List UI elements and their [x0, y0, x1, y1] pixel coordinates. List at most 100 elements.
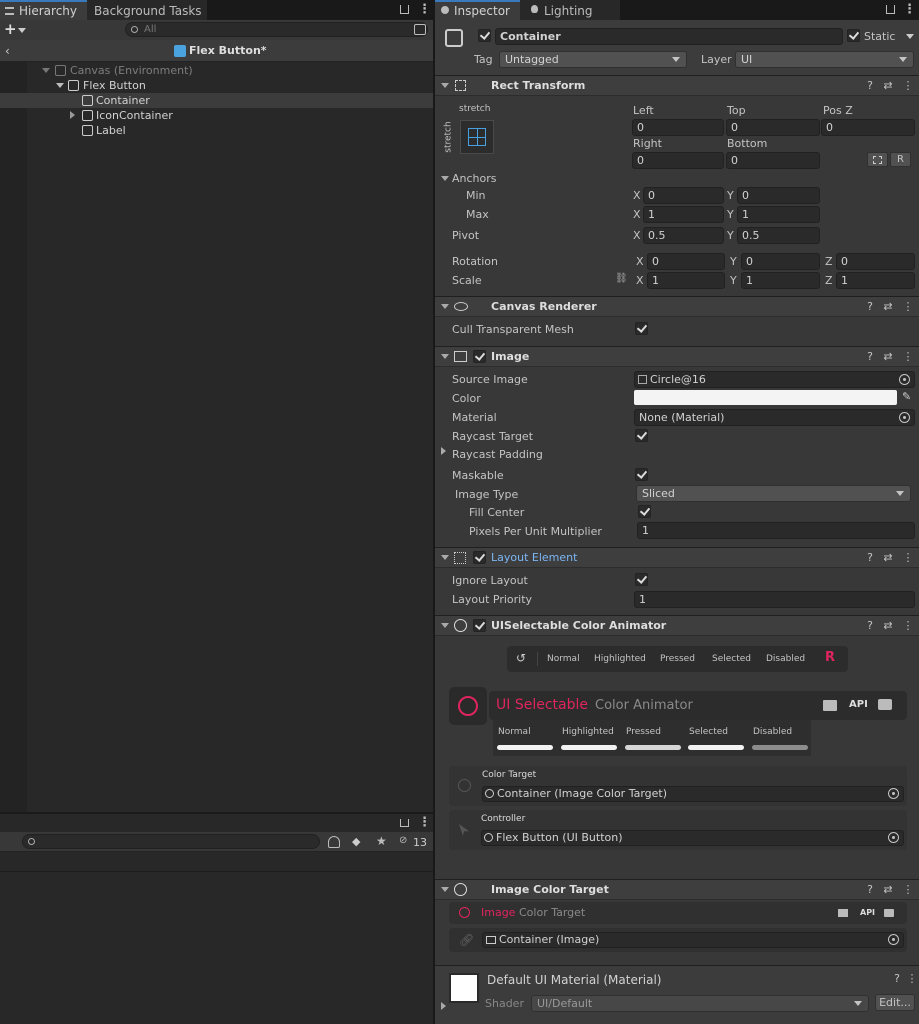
fold-arrow-icon[interactable]	[441, 623, 449, 628]
pivot-x-input[interactable]: 0.5	[643, 227, 724, 244]
presets-icon[interactable]: ⇄	[881, 350, 895, 364]
project-search-input[interactable]	[22, 834, 320, 849]
component-menu-icon[interactable]: ⋮	[901, 79, 915, 93]
component-menu-icon[interactable]: ⋮	[901, 551, 915, 565]
ppu-input[interactable]: 1	[637, 522, 915, 539]
object-picker-icon[interactable]	[888, 788, 899, 799]
youtube-icon[interactable]	[878, 699, 892, 710]
expand-arrow-icon[interactable]	[42, 68, 50, 73]
controller-field[interactable]: Flex Button (UI Button)	[481, 830, 904, 846]
image-type-dropdown[interactable]: Sliced	[636, 485, 911, 502]
collapse-arrow-icon[interactable]	[70, 111, 75, 119]
raycast-padding-fold-icon[interactable]	[441, 447, 446, 455]
tree-item-iconcontainer[interactable]: IconContainer	[0, 108, 433, 123]
create-add-button[interactable]: +	[4, 20, 17, 38]
layout-element-header[interactable]: Layout Element ? ⇄ ⋮	[435, 547, 919, 568]
component-menu-icon[interactable]: ⋮	[905, 972, 919, 986]
search-options-icon[interactable]	[414, 24, 426, 35]
material-preview-swatch[interactable]	[449, 973, 479, 1003]
swatch-pressed[interactable]	[625, 745, 681, 750]
state-tab-highlighted[interactable]: Highlighted	[594, 654, 646, 664]
image-target-field[interactable]: Container (Image)	[482, 932, 904, 948]
image-color-target-header[interactable]: Image Color Target ? ⇄ ⋮	[435, 879, 919, 900]
fill-center-checkbox[interactable]	[638, 505, 651, 518]
left-input[interactable]: 0	[632, 119, 724, 136]
anchor-preset-button[interactable]	[460, 120, 494, 154]
state-tab-normal[interactable]: Normal	[547, 654, 580, 664]
blueprint-mode-button[interactable]	[867, 152, 888, 167]
scale-z-input[interactable]: 1	[836, 272, 915, 289]
shader-dropdown[interactable]: UI/Default	[531, 995, 869, 1012]
more-menu-icon[interactable]: ⋮	[418, 815, 431, 830]
object-name-input[interactable]: Container	[495, 28, 843, 45]
raw-edit-button[interactable]: R	[890, 152, 911, 167]
top-input[interactable]: 0	[726, 119, 820, 136]
presets-icon[interactable]: ⇄	[881, 551, 895, 565]
tree-item-container[interactable]: Container	[0, 93, 433, 108]
rot-x-input[interactable]: 0	[647, 253, 725, 270]
tab-hierarchy[interactable]: Hierarchy	[0, 0, 87, 20]
search-by-type-icon[interactable]	[328, 836, 340, 848]
active-checkbox[interactable]	[478, 29, 491, 42]
constrain-proportions-icon[interactable]: ⛓	[615, 273, 628, 284]
swatch-normal[interactable]	[497, 745, 553, 750]
tree-item-canvas[interactable]: Canvas (Environment)	[0, 63, 433, 78]
eyedropper-icon[interactable]: ✎	[902, 390, 911, 403]
rot-z-input[interactable]: 0	[836, 253, 915, 270]
maskable-checkbox[interactable]	[635, 468, 648, 481]
tab-inspector[interactable]: Inspector	[435, 0, 520, 20]
object-picker-icon[interactable]	[899, 412, 910, 423]
image-enabled-checkbox[interactable]	[473, 350, 486, 363]
hierarchy-search-input[interactable]: All	[125, 22, 428, 37]
lock-icon[interactable]	[400, 819, 409, 827]
state-tab-pressed[interactable]: Pressed	[660, 654, 695, 664]
presets-icon[interactable]: ⇄	[881, 619, 895, 633]
presets-icon[interactable]: ⇄	[881, 79, 895, 93]
fold-arrow-icon[interactable]	[441, 555, 449, 560]
tag-dropdown[interactable]: Untagged	[499, 51, 687, 68]
help-icon[interactable]: ?	[890, 972, 904, 986]
help-icon[interactable]: ?	[863, 883, 877, 897]
lock-icon[interactable]	[400, 5, 409, 14]
help-icon[interactable]: ?	[863, 350, 877, 364]
create-dropdown-icon[interactable]	[18, 28, 26, 33]
object-picker-icon[interactable]	[899, 374, 910, 385]
edit-shader-button[interactable]: Edit...	[875, 994, 915, 1011]
static-dropdown-arrow-icon[interactable]	[906, 34, 914, 39]
static-checkbox[interactable]	[847, 29, 860, 42]
min-y-input[interactable]: 0	[737, 187, 820, 204]
favorite-star-icon[interactable]: ★	[376, 834, 387, 848]
back-arrow-icon[interactable]: ‹	[5, 44, 10, 58]
component-menu-icon[interactable]: ⋮	[901, 300, 915, 314]
raycast-target-checkbox[interactable]	[635, 429, 648, 442]
material-field[interactable]: None (Material)	[634, 409, 915, 426]
youtube-icon[interactable]	[884, 909, 894, 917]
max-y-input[interactable]: 1	[737, 206, 820, 223]
image-header[interactable]: Image ? ⇄ ⋮	[435, 346, 919, 367]
reset-icon[interactable]: ↺	[516, 651, 526, 665]
state-tab-selected[interactable]: Selected	[712, 654, 751, 664]
help-icon[interactable]: ?	[863, 619, 877, 633]
pivot-y-input[interactable]: 0.5	[737, 227, 820, 244]
help-icon[interactable]: ?	[863, 79, 877, 93]
presets-icon[interactable]: ⇄	[881, 883, 895, 897]
material-fold-icon[interactable]	[441, 1002, 446, 1010]
raycast-padding-label[interactable]: Raycast Padding	[452, 448, 543, 461]
posz-input[interactable]: 0	[821, 119, 915, 136]
tab-background-tasks[interactable]: Background Tasks	[87, 0, 207, 20]
object-picker-icon[interactable]	[888, 934, 899, 945]
fold-arrow-icon[interactable]	[441, 354, 449, 359]
color-target-field[interactable]: Container (Image Color Target)	[482, 786, 904, 802]
layout-priority-input[interactable]: 1	[634, 591, 915, 608]
documentation-book-icon[interactable]	[823, 700, 837, 711]
ignore-layout-checkbox[interactable]	[635, 573, 648, 586]
rot-y-input[interactable]: 0	[741, 253, 820, 270]
component-menu-icon[interactable]: ⋮	[901, 350, 915, 364]
layout-element-enabled-checkbox[interactable]	[473, 551, 486, 564]
color-swatch[interactable]	[634, 390, 897, 405]
anchors-fold-arrow-icon[interactable]	[441, 176, 449, 181]
tree-item-flex-button[interactable]: Flex Button	[0, 78, 433, 93]
source-image-field[interactable]: Circle@16	[634, 371, 915, 388]
tree-item-label-object[interactable]: Label	[0, 123, 433, 138]
cull-transparent-checkbox[interactable]	[635, 322, 648, 335]
